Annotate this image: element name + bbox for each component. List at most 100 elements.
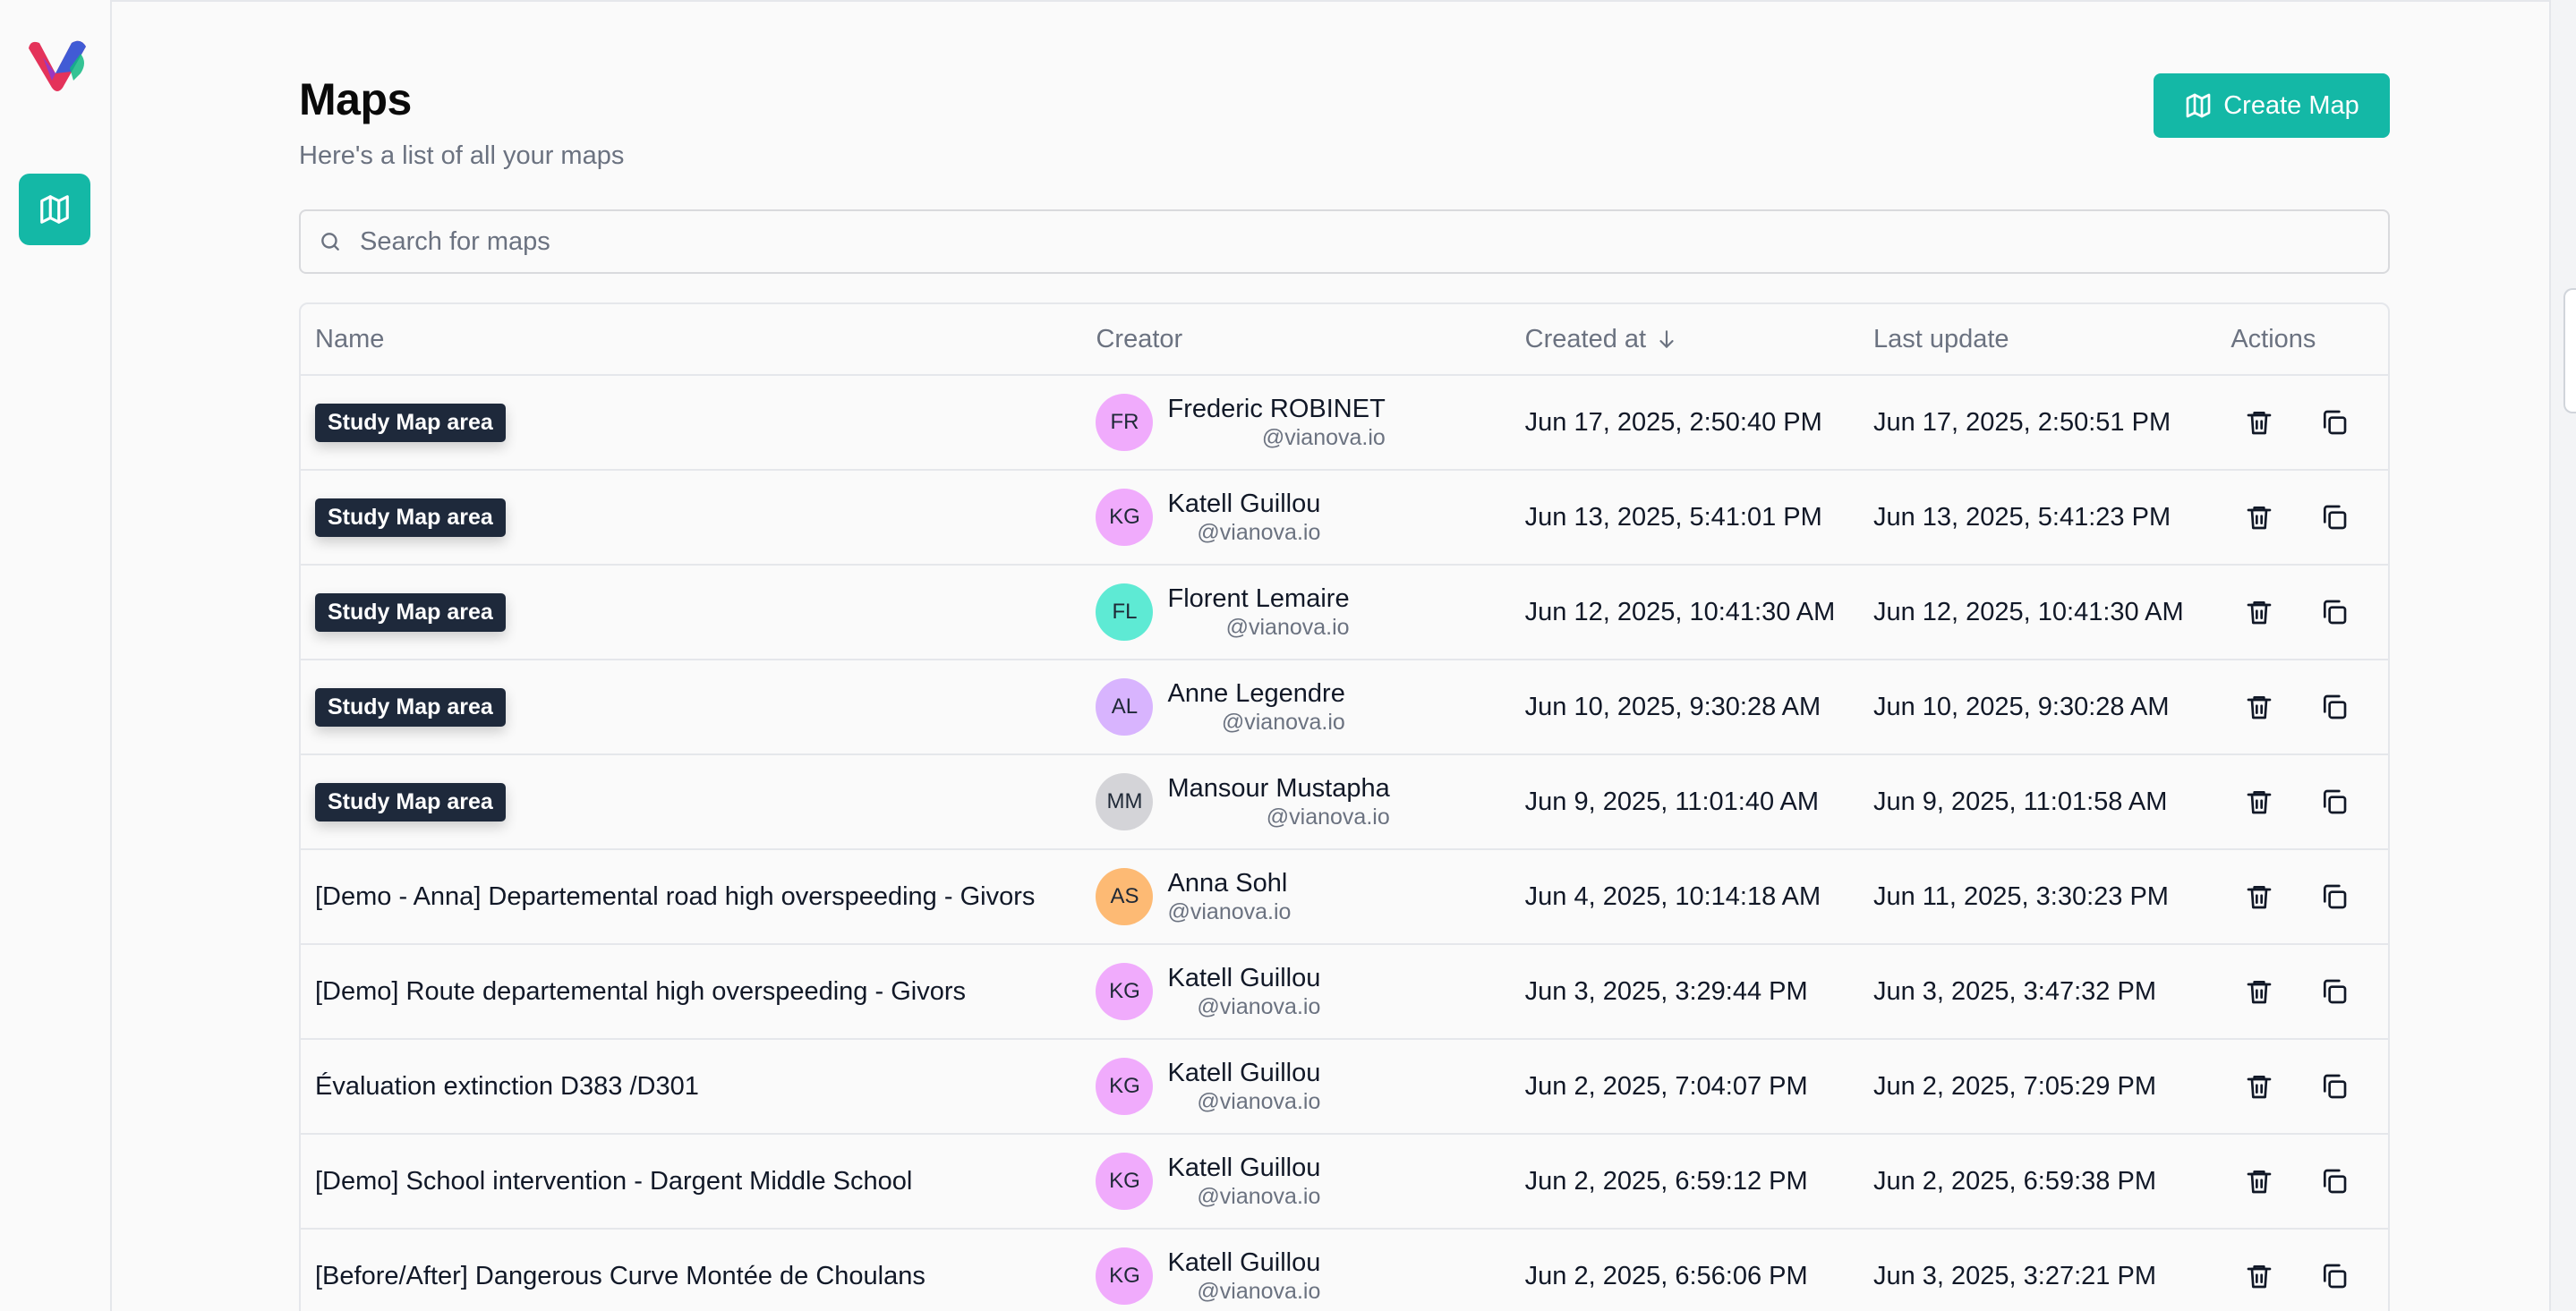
column-header-name[interactable]: Name	[301, 325, 1096, 354]
duplicate-button[interactable]	[2316, 1068, 2352, 1104]
map-name-cell[interactable]: [Demo - Anna] Departemental road high ov…	[301, 882, 1096, 912]
trash-icon	[2247, 981, 2272, 1004]
trash-icon	[2247, 886, 2272, 909]
duplicate-button[interactable]	[2316, 594, 2352, 630]
sidebar	[0, 0, 112, 1311]
map-name[interactable]: [Demo] Route departemental high overspee…	[315, 977, 966, 1006]
map-name[interactable]: Évaluation extinction D383 /D301	[315, 1072, 699, 1101]
map-name-cell[interactable]: Évaluation extinction D383 /D301	[301, 1072, 1096, 1102]
creator-cell: AS Anna Sohl @vianova.io	[1096, 868, 1524, 925]
created-at-cell: Jun 13, 2025, 5:41:01 PM	[1524, 502, 1822, 532]
avatar: KG	[1096, 1058, 1154, 1115]
creator-name: Katell Guillou	[1167, 964, 1321, 992]
map-name-cell[interactable]: [Demo] Route departemental high overspee…	[301, 977, 1096, 1007]
trash-icon	[2247, 791, 2272, 814]
map-name[interactable]: [Demo - Anna] Departemental road high ov…	[315, 882, 1035, 911]
creator-cell: FL Florent Lemaire @vianova.io	[1096, 583, 1524, 641]
column-header-creator[interactable]: Creator	[1096, 325, 1524, 354]
map-tag[interactable]: Study Map area	[315, 498, 506, 537]
delete-button[interactable]	[2241, 1068, 2277, 1104]
trash-icon	[2247, 601, 2272, 625]
table-row[interactable]: [Before/After] Dangerous Curve Montée de…	[301, 1230, 2388, 1311]
map-name-cell[interactable]: Study Map area	[301, 592, 1096, 632]
map-tag[interactable]: Study Map area	[315, 592, 506, 632]
copy-icon	[2324, 694, 2347, 719]
delete-button[interactable]	[2241, 1258, 2277, 1294]
actions-cell	[2222, 1163, 2388, 1199]
avatar: AS	[1096, 868, 1154, 925]
actions-cell	[2222, 879, 2388, 915]
last-update-cell: Jun 11, 2025, 3:30:23 PM	[1872, 881, 2169, 911]
creator-name: Katell Guillou	[1167, 1154, 1321, 1182]
delete-button[interactable]	[2241, 689, 2277, 725]
avatar: KG	[1096, 489, 1154, 546]
map-name-cell[interactable]: [Before/After] Dangerous Curve Montée de…	[301, 1262, 1096, 1291]
map-name-cell[interactable]: Study Map area	[301, 687, 1096, 727]
map-name-cell[interactable]: [Demo] School intervention - Dargent Mid…	[301, 1167, 1096, 1196]
table-row[interactable]: [Demo] School intervention - Dargent Mid…	[301, 1135, 2388, 1230]
actions-cell	[2222, 974, 2388, 1009]
delete-button[interactable]	[2241, 1163, 2277, 1199]
map-name[interactable]: [Demo] School intervention - Dargent Mid…	[315, 1167, 912, 1196]
map-name-cell[interactable]: Study Map area	[301, 403, 1096, 442]
copy-icon	[2324, 979, 2347, 1004]
search-input[interactable]	[360, 226, 2329, 257]
actions-cell	[2222, 1068, 2388, 1104]
creator-domain: @vianova.io	[1197, 994, 1321, 1019]
table-row[interactable]: [Demo] Route departemental high overspee…	[301, 945, 2388, 1040]
duplicate-button[interactable]	[2316, 404, 2352, 440]
avatar: MM	[1096, 773, 1154, 830]
nav-maps-button[interactable]	[19, 174, 90, 245]
last-update-cell: Jun 2, 2025, 7:05:29 PM	[1872, 1071, 2156, 1101]
creator-cell: KG Katell Guillou @vianova.io	[1096, 1058, 1524, 1115]
table-row[interactable]: Study Map area AL Anne Legendre @vianova…	[301, 660, 2388, 755]
creator-name: Florent Lemaire	[1167, 584, 1350, 613]
creator-cell: FR Frederic ROBINET @vianova.io	[1096, 394, 1524, 451]
copy-icon	[2324, 1264, 2347, 1289]
map-tag[interactable]: Study Map area	[315, 782, 506, 822]
table-row[interactable]: Évaluation extinction D383 /D301 KG Kate…	[301, 1040, 2388, 1135]
scrollbar[interactable]	[2549, 0, 2576, 1311]
map-tag[interactable]: Study Map area	[315, 687, 506, 727]
last-update-cell: Jun 3, 2025, 3:27:21 PM	[1872, 1261, 2156, 1290]
delete-button[interactable]	[2241, 594, 2277, 630]
duplicate-button[interactable]	[2316, 974, 2352, 1009]
copy-icon	[2324, 600, 2347, 625]
duplicate-button[interactable]	[2316, 1258, 2352, 1294]
map-name-cell[interactable]: Study Map area	[301, 498, 1096, 537]
delete-button[interactable]	[2241, 404, 2277, 440]
duplicate-button[interactable]	[2316, 784, 2352, 820]
creator-name: Anne Legendre	[1167, 679, 1345, 708]
copy-icon	[2324, 505, 2347, 530]
creator-name: Anna Sohl	[1167, 869, 1288, 898]
column-header-updated[interactable]: Last update	[1873, 325, 2222, 354]
table-row[interactable]: Study Map area FL Florent Lemaire @viano…	[301, 566, 2388, 660]
duplicate-button[interactable]	[2316, 689, 2352, 725]
avatar: AL	[1096, 678, 1154, 736]
top-border	[0, 0, 2549, 2]
map-icon	[40, 195, 69, 224]
vianova-logo[interactable]	[25, 36, 90, 95]
delete-button[interactable]	[2241, 499, 2277, 535]
table-row[interactable]: Study Map area MM Mansour Mustapha @vian…	[301, 755, 2388, 850]
table-row[interactable]: Study Map area FR Frederic ROBINET @vian…	[301, 376, 2388, 471]
map-name[interactable]: [Before/After] Dangerous Curve Montée de…	[315, 1262, 925, 1290]
duplicate-button[interactable]	[2316, 499, 2352, 535]
column-header-created[interactable]: Created at	[1525, 325, 1873, 354]
delete-button[interactable]	[2241, 784, 2277, 820]
creator-domain: @vianova.io	[1261, 425, 1386, 450]
side-panel-handle[interactable]	[2563, 288, 2576, 413]
delete-button[interactable]	[2241, 879, 2277, 915]
map-name-cell[interactable]: Study Map area	[301, 782, 1096, 822]
create-map-button[interactable]: Create Map	[2154, 73, 2390, 138]
table-row[interactable]: Study Map area KG Katell Guillou @vianov…	[301, 471, 2388, 566]
table-row[interactable]: [Demo - Anna] Departemental road high ov…	[301, 850, 2388, 945]
map-tag[interactable]: Study Map area	[315, 403, 506, 442]
search-bar[interactable]	[299, 209, 2390, 274]
delete-button[interactable]	[2241, 974, 2277, 1009]
duplicate-button[interactable]	[2316, 1163, 2352, 1199]
trash-icon	[2247, 696, 2272, 719]
creator-domain: @vianova.io	[1167, 899, 1292, 924]
duplicate-button[interactable]	[2316, 879, 2352, 915]
creator-name: Katell Guillou	[1167, 1248, 1321, 1277]
